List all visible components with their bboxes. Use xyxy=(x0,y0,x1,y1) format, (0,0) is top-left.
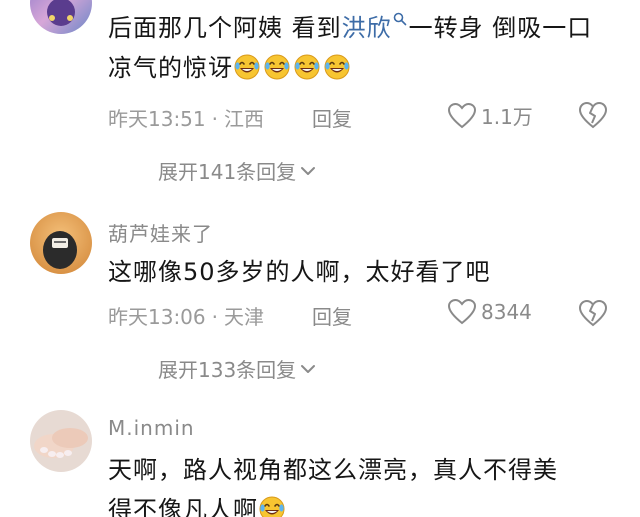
chevron-down-icon xyxy=(301,166,316,175)
comment-text: 这哪像50多岁的人啊，太好看了吧 xyxy=(108,252,608,292)
expand-replies-label: 展开133条回复 xyxy=(158,358,297,382)
emoji-group xyxy=(258,496,288,517)
search-icon xyxy=(393,12,406,26)
comment-time: 昨天13:06 xyxy=(108,305,206,329)
avatar[interactable] xyxy=(30,0,92,34)
search-link[interactable]: 洪欣 xyxy=(341,12,409,42)
heart-outline-icon xyxy=(448,299,476,325)
comment-location: 江西 xyxy=(224,107,264,131)
like-button[interactable]: 8344 xyxy=(448,299,532,325)
laughing-crying-emoji xyxy=(324,54,350,80)
meta-separator: · xyxy=(211,305,218,329)
broken-heart-icon[interactable] xyxy=(578,298,608,328)
chevron-down-icon xyxy=(301,364,316,373)
broken-heart-icon[interactable] xyxy=(578,100,608,130)
comment-text-segment: 后面那几个阿姨 看到 xyxy=(108,14,342,42)
comment-text: 后面那几个阿姨 看到洪欣 一转身 倒吸一口凉气的惊讶 xyxy=(108,8,608,88)
meta-separator: · xyxy=(211,107,218,131)
comment-meta: 昨天13:06 · 天津 回复 8344 xyxy=(108,298,620,331)
reply-button[interactable]: 回复 xyxy=(312,301,352,330)
avatar[interactable] xyxy=(30,212,92,274)
comment-username[interactable]: M.inmin xyxy=(108,416,195,440)
comment-text-line: 天啊，路人视角都这么漂亮，真人不得美 xyxy=(108,456,558,484)
comment-time: 昨天13:51 xyxy=(108,107,206,131)
laughing-crying-emoji xyxy=(259,496,285,517)
laughing-crying-emoji xyxy=(264,54,290,80)
heart-outline-icon xyxy=(448,102,476,128)
laughing-crying-emoji xyxy=(294,54,320,80)
comment-text-line: 得不像凡人啊 xyxy=(108,490,608,517)
search-link-label: 洪欣 xyxy=(341,14,392,42)
comment-time-location: 昨天13:51 · 江西 xyxy=(108,103,264,132)
expand-replies-label: 展开141条回复 xyxy=(158,160,297,184)
reply-button[interactable]: 回复 xyxy=(312,103,352,132)
comment-meta: 昨天13:51 · 江西 回复 1.1万 xyxy=(108,100,620,133)
like-count: 1.1万 xyxy=(481,105,533,129)
like-count: 8344 xyxy=(481,300,532,324)
comment-username[interactable]: 葫芦娃来了 xyxy=(108,218,213,247)
expand-replies-button[interactable]: 展开133条回复 xyxy=(108,354,316,383)
comment-text-segment: 这哪像50多岁的人啊，太好看了吧 xyxy=(108,258,491,286)
comment-list: 后面那几个阿姨 看到洪欣 一转身 倒吸一口凉气的惊讶 昨天13:51 · 江西 回复 … xyxy=(0,0,640,517)
expand-replies-button[interactable]: 展开141条回复 xyxy=(108,156,316,185)
laughing-crying-emoji xyxy=(234,54,260,80)
like-button[interactable]: 1.1万 xyxy=(448,101,533,130)
comment-location: 天津 xyxy=(224,305,264,329)
comment-text-segment: 得不像凡人啊 xyxy=(108,496,258,517)
emoji-group xyxy=(233,54,353,82)
avatar[interactable] xyxy=(30,410,92,472)
comment-time-location: 昨天13:06 · 天津 xyxy=(108,301,264,330)
comment-text: 天啊，路人视角都这么漂亮，真人不得美 得不像凡人啊 xyxy=(108,450,608,517)
